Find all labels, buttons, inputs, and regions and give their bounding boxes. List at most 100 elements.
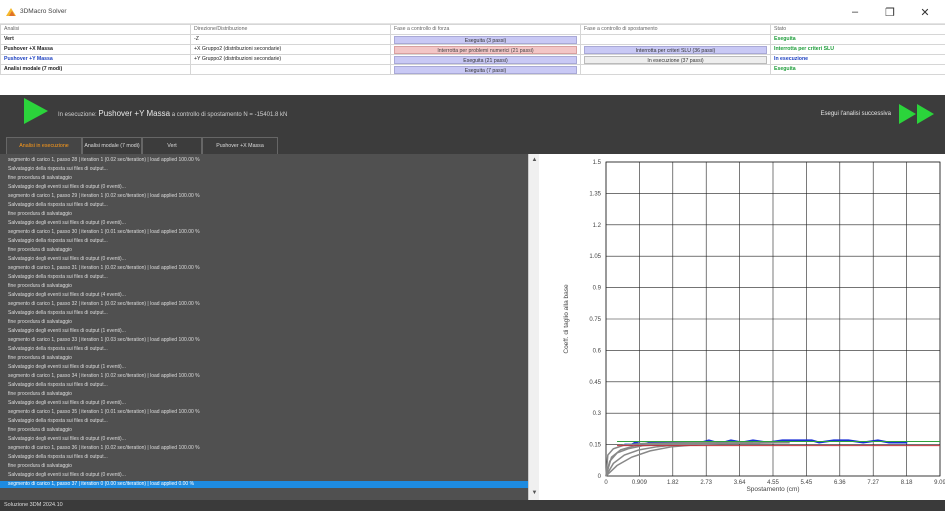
minimize-button[interactable]: –	[835, 0, 875, 24]
displacement-phase-bar: Interrotta per criteri SLU (36 passi)	[584, 45, 767, 54]
series-line-1	[605, 441, 790, 477]
log-line[interactable]: segmento di carico 1, passo 32 | iterati…	[0, 301, 528, 308]
log-line[interactable]: Salvataggio della risposta sui files di …	[0, 454, 528, 461]
tab-analisi-modale[interactable]: Analisi modale (7 modi)	[82, 137, 142, 154]
force-phase: Interrotta per problemi numerici (21 pas…	[390, 44, 581, 55]
run-analysis-name: Pushover +Y Massa	[98, 109, 171, 118]
tab-pushover-x[interactable]: Pushover +X Massa	[202, 137, 278, 154]
analysis-name-text: Pushover +X Massa	[4, 46, 53, 52]
window-title: 3DMacro Solver	[20, 8, 67, 15]
analysis-status-text: Interrotta per criteri SLU	[774, 46, 834, 52]
log-line[interactable]: Salvataggio della risposta sui files di …	[0, 166, 528, 173]
x-tick-label: 2.73	[700, 480, 712, 486]
force-phase-bar: Interrotta per problemi numerici (21 pas…	[394, 45, 577, 54]
column-header-forza: Fase a controllo di forza	[390, 24, 581, 35]
log-line[interactable]: Salvataggio della risposta sui files di …	[0, 382, 528, 389]
log-line[interactable]: fine procedura di salvataggio	[0, 175, 528, 182]
analysis-status-text: Eseguita	[774, 66, 796, 72]
log-scrollbar[interactable]: ▲ ▼	[528, 154, 539, 500]
x-tick-label: 3.64	[734, 480, 746, 486]
analysis-direction-text: +Y Gruppo2 (distribuzioni secondarie)	[194, 56, 282, 62]
x-axis-label: Spostamento (cm)	[746, 486, 799, 493]
log-line[interactable]: fine procedura di salvataggio	[0, 247, 528, 254]
log-line[interactable]: Salvataggio degli eventi sui files di ou…	[0, 472, 528, 479]
displacement-phase: Interrotta per criteri SLU (36 passi)	[580, 44, 771, 55]
close-button[interactable]: ✕	[905, 0, 945, 24]
y-tick-label: 1.5	[593, 160, 602, 166]
log-line[interactable]: fine procedura di salvataggio	[0, 463, 528, 470]
log-line[interactable]: Salvataggio della risposta sui files di …	[0, 202, 528, 209]
log-line[interactable]: fine procedura di salvataggio	[0, 355, 528, 362]
log-line[interactable]: segmento di carico 1, passo 31 | iterati…	[0, 265, 528, 272]
status-bar: Soluzione 3DM 2024.10	[0, 500, 945, 511]
log-line[interactable]: Salvataggio della risposta sui files di …	[0, 274, 528, 281]
log-line[interactable]: Salvataggio degli eventi sui files di ou…	[0, 364, 528, 371]
next-analysis-icon[interactable]	[897, 104, 937, 124]
log-line[interactable]: Salvataggio della risposta sui files di …	[0, 346, 528, 353]
table-header-row: Analisi Direzione/Distribuzione Fase a c…	[0, 24, 945, 35]
tab-bar: Analisi in esecuzione Analisi modale (7 …	[0, 135, 945, 154]
tab-vert[interactable]: Vert	[142, 137, 202, 154]
y-tick-label: 0.6	[593, 348, 602, 354]
analysis-name: Analisi modale (7 modi)	[0, 64, 191, 75]
force-phase-bar: Eseguita (21 passi)	[394, 55, 577, 64]
table-row[interactable]: Pushover +X Massa +X Gruppo2 (distribuzio…	[0, 44, 945, 55]
log-line[interactable]: Salvataggio degli eventi sui files di ou…	[0, 400, 528, 407]
run-panel: In esecuzione: Pushover +Y Massa a contr…	[0, 95, 945, 135]
log-line[interactable]: segmento di carico 1, passo 29 | iterati…	[0, 193, 528, 200]
analysis-name-text: Pushover +Y Massa	[4, 56, 53, 62]
log-line[interactable]: Salvataggio della risposta sui files di …	[0, 238, 528, 245]
scroll-down-icon[interactable]: ▼	[530, 489, 539, 498]
tab-analisi-in-esecuzione[interactable]: Analisi in esecuzione	[6, 137, 82, 154]
force-phase-bar: Eseguita (3 passi)	[394, 35, 577, 44]
log-line[interactable]: segmento di carico 1, passo 36 | iterati…	[0, 445, 528, 452]
y-tick-label: 1.2	[593, 223, 602, 229]
y-axis-label: Coeff. di taglio alla base	[563, 284, 570, 354]
displacement-phase	[580, 34, 771, 45]
run-detail: a controllo di spostamento N = -15401.8 …	[171, 112, 288, 118]
log-line[interactable]: Salvataggio della risposta sui files di …	[0, 310, 528, 317]
table-row[interactable]: Analisi modale (7 modi) Eseguita (7 passi…	[0, 64, 945, 75]
log-line[interactable]: fine procedura di salvataggio	[0, 427, 528, 434]
log-line[interactable]: segmento di carico 1, passo 35 | iterati…	[0, 409, 528, 416]
analysis-status: Interrotta per criteri SLU	[770, 44, 945, 55]
column-header-spostamento: Fase a controllo di spostamento	[580, 24, 771, 35]
next-analysis-label[interactable]: Esegui l'analisi successiva	[820, 111, 891, 117]
analysis-name: Pushover +Y Massa	[0, 54, 191, 65]
y-tick-label: 1.05	[589, 254, 601, 260]
log-line[interactable]: segmento di carico 1, passo 33 | iterati…	[0, 337, 528, 344]
column-header-direzione: Direzione/Distribuzione	[190, 24, 391, 35]
log-line[interactable]: Salvataggio degli eventi sui files di ou…	[0, 292, 528, 299]
table-row[interactable]: Vert -Z Eseguita (3 passi) Eseguita	[0, 34, 945, 45]
log-line[interactable]: segmento di carico 1, passo 37 | iterati…	[0, 481, 528, 488]
log-line[interactable]: fine procedura di salvataggio	[0, 211, 528, 218]
y-tick-label: 0.3	[593, 411, 602, 417]
analysis-direction-text: -Z	[194, 36, 199, 42]
log-line[interactable]: Salvataggio degli eventi sui files di ou…	[0, 256, 528, 263]
log-line[interactable]: segmento di carico 1, passo 28 | iterati…	[0, 157, 528, 164]
analysis-direction: -Z	[190, 34, 391, 45]
analysis-status-text: Eseguita	[774, 36, 796, 42]
log-line[interactable]: Salvataggio degli eventi sui files di ou…	[0, 328, 528, 335]
log-line[interactable]: fine procedura di salvataggio	[0, 391, 528, 398]
y-tick-label: 0.75	[589, 317, 601, 323]
scroll-up-icon[interactable]: ▲	[530, 156, 539, 165]
log-line[interactable]: Salvataggio degli eventi sui files di ou…	[0, 220, 528, 227]
run-play-icon[interactable]	[24, 98, 48, 124]
log-line[interactable]: segmento di carico 1, passo 30 | iterati…	[0, 229, 528, 236]
restore-button[interactable]: ❐	[870, 0, 910, 24]
x-tick-label: 7.27	[867, 480, 879, 486]
log-line[interactable]: Salvataggio della risposta sui files di …	[0, 418, 528, 425]
log-line[interactable]: fine procedura di salvataggio	[0, 283, 528, 290]
log-panel[interactable]: segmento di carico 1, passo 28 | iterati…	[0, 154, 539, 500]
y-tick-label: 0.15	[589, 443, 601, 449]
run-prefix: In esecuzione:	[58, 112, 97, 118]
pushover-chart-panel: 0 0.15 0.3 0.45 0.6 0.75 0.9 1.05 1.2 1.35 1.5 0 0.9…	[540, 154, 945, 500]
displacement-phase: In esecuzione (37 passi)	[580, 54, 771, 65]
log-line[interactable]: segmento di carico 1, passo 34 | iterati…	[0, 373, 528, 380]
x-tick-label: 5.45	[801, 480, 813, 486]
table-row[interactable]: Pushover +Y Massa +Y Gruppo2 (distribuzio…	[0, 54, 945, 65]
log-line[interactable]: Salvataggio degli eventi sui files di ou…	[0, 436, 528, 443]
log-line[interactable]: Salvataggio degli eventi sui files di ou…	[0, 184, 528, 191]
log-line[interactable]: fine procedura di salvataggio	[0, 319, 528, 326]
